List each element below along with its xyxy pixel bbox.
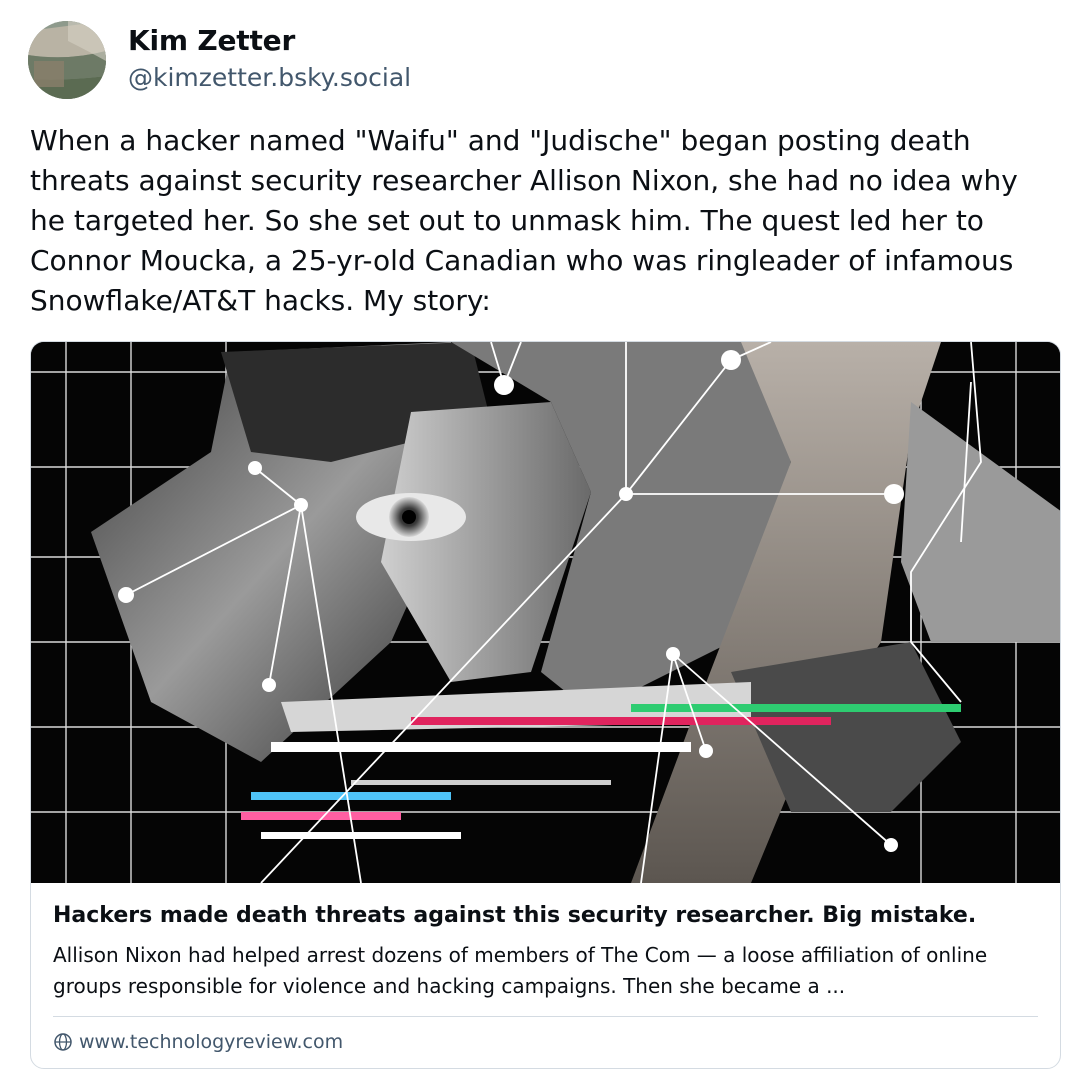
author-avatar[interactable] <box>28 21 106 99</box>
globe-icon <box>53 1032 73 1052</box>
author-name[interactable]: Kim Zetter <box>128 24 295 57</box>
author-handle[interactable]: @kimzetter.bsky.social <box>128 63 411 92</box>
link-card-title[interactable]: Hackers made death threats against this … <box>53 903 1043 928</box>
link-card-divider <box>53 1016 1038 1017</box>
link-card[interactable]: Hackers made death threats against this … <box>30 341 1061 1069</box>
avatar-photo-icon <box>28 21 106 99</box>
post: Kim Zetter @kimzetter.bsky.social When a… <box>0 0 1084 1082</box>
link-card-description: Allison Nixon had helped arrest dozens o… <box>53 943 988 998</box>
link-card-domain[interactable]: www.technologyreview.com <box>53 1030 343 1054</box>
post-text: When a hacker named "Waifu" and "Judisch… <box>30 124 1018 317</box>
link-card-domain-text: www.technologyreview.com <box>79 1031 344 1053</box>
collage-face-network-image-icon <box>31 342 1060 883</box>
link-card-image[interactable] <box>31 342 1060 883</box>
